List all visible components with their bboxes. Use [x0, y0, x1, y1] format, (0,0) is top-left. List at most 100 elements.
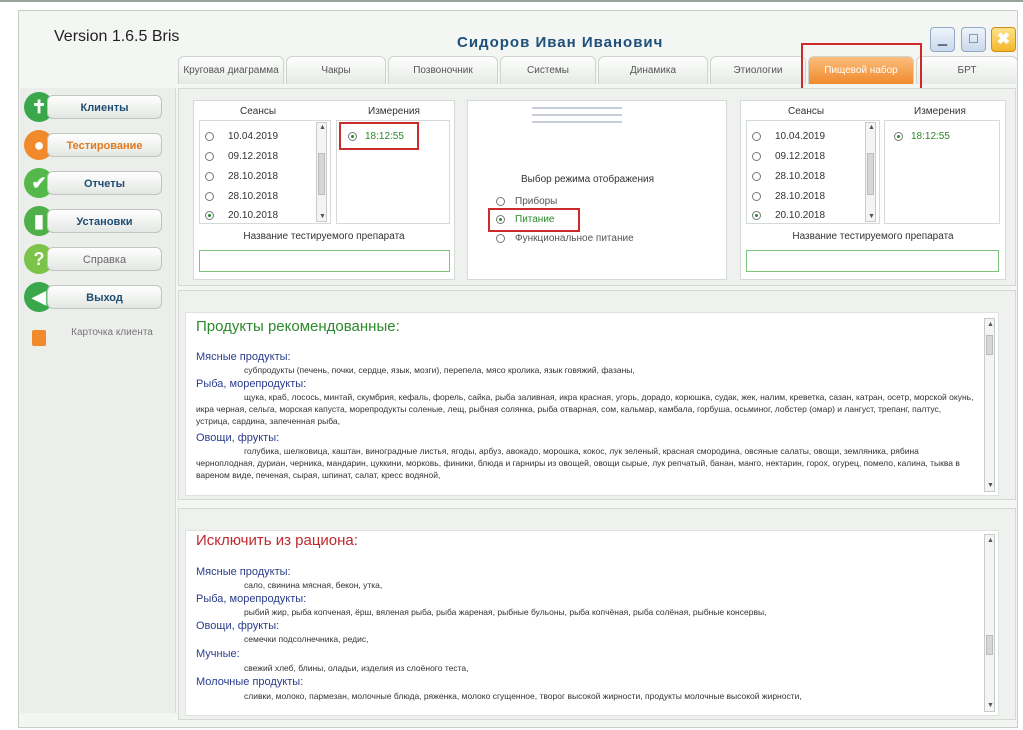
session-date: 10.04.2019 [228, 131, 279, 142]
session-row[interactable]: 20.10.2018 [752, 210, 825, 221]
client-card-link[interactable]: Карточка клиента [22, 320, 172, 370]
session-date: 28.10.2018 [775, 171, 826, 182]
scroll-thumb[interactable] [318, 153, 325, 195]
report-preview-image [532, 107, 622, 137]
tab-chakras[interactable]: Чакры [286, 56, 386, 84]
scroll-down-icon[interactable]: ▼ [867, 213, 876, 220]
close-icon: ✖ [996, 31, 1011, 48]
radio-button[interactable] [894, 131, 903, 141]
category-text: сливки, молоко, пармезан, молочные блюда… [244, 691, 802, 701]
sessions-scrollbar[interactable]: ▲ ▼ [865, 122, 876, 222]
tab-label: Круговая диаграмма [183, 64, 279, 76]
session-row[interactable]: 10.04.2019 [752, 131, 825, 142]
tab-dynamics[interactable]: Динамика [598, 56, 708, 84]
radio-button[interactable] [205, 131, 214, 141]
drug-caption: Название тестируемого препарата [792, 231, 954, 242]
mode-option-label: Функциональное питание [515, 233, 634, 244]
highlight-frame [488, 208, 580, 232]
category-heading: Молочные продукты: [196, 676, 304, 688]
radio-button[interactable] [205, 191, 214, 201]
session-row[interactable]: 28.10.2018 [205, 171, 278, 182]
session-row[interactable]: 28.10.2018 [752, 171, 825, 182]
radio-button[interactable] [752, 171, 761, 181]
category-heading: Мясные продукты: [196, 566, 291, 578]
sessions-header: Сеансы [788, 106, 825, 117]
minimize-button[interactable]: ▁ [930, 27, 955, 52]
sidebar-item-exit[interactable]: Выход [47, 285, 162, 309]
client-card-icon [32, 330, 46, 346]
maximize-icon: ☐ [968, 32, 979, 46]
scroll-up-icon[interactable]: ▲ [318, 124, 327, 131]
mode-option-functional-nutrition[interactable]: Функциональное питание [496, 233, 634, 244]
excluded-products-panel [185, 530, 999, 716]
radio-button[interactable] [205, 171, 214, 181]
radio-button[interactable] [205, 151, 214, 161]
scroll-thumb[interactable] [867, 153, 874, 195]
client-card-label: Карточка клиента [71, 327, 153, 338]
radio-button[interactable] [752, 210, 761, 220]
category-text: щука, краб, лосось, минтай, скумбрия, ке… [196, 392, 974, 426]
scroll-up-icon[interactable]: ▲ [986, 537, 995, 544]
client-name: Сидоров Иван Иванович [457, 34, 664, 51]
exclude-title: Исключить из рациона: [196, 532, 358, 549]
radio-button[interactable] [752, 151, 761, 161]
category-heading: Овощи, фрукты: [196, 620, 280, 632]
sidebar-item-help[interactable]: Справка [47, 247, 162, 271]
display-mode-title: Выбор режима отображения [521, 174, 654, 185]
sessions-scrollbar[interactable]: ▲ ▼ [316, 122, 327, 222]
category-text: голубика, шелковица, каштан, виноградные… [196, 446, 960, 480]
measurement-time: 18:12:55 [911, 131, 950, 142]
scroll-down-icon[interactable]: ▼ [986, 702, 995, 709]
scroll-down-icon[interactable]: ▼ [318, 213, 327, 220]
mode-option-devices[interactable]: Приборы [496, 196, 557, 207]
category-text: семечки подсолнечника, редис, [244, 634, 369, 644]
tab-label: Динамика [629, 64, 677, 76]
close-button[interactable]: ✖ [991, 27, 1016, 52]
drug-caption: Название тестируемого препарата [243, 231, 405, 242]
tab-brt[interactable]: БРТ [916, 56, 1018, 84]
scroll-down-icon[interactable]: ▼ [986, 482, 995, 489]
exclude-scrollbar[interactable]: ▲ ▼ [984, 534, 995, 712]
drug-name-input[interactable] [746, 250, 999, 272]
session-date: 20.10.2018 [228, 210, 279, 221]
sessions-header: Сеансы [240, 106, 277, 117]
version-label: Version 1.6.5 Bris [54, 28, 180, 45]
drug-name-input[interactable] [199, 250, 450, 272]
sidebar-item-settings[interactable]: Установки [47, 209, 162, 233]
recommended-scrollbar[interactable]: ▲ ▼ [984, 318, 995, 492]
tab-pie-chart[interactable]: Круговая диаграмма [178, 56, 284, 84]
scroll-thumb[interactable] [986, 635, 993, 655]
scroll-thumb[interactable] [986, 335, 993, 355]
session-row[interactable]: 09.12.2018 [205, 151, 278, 162]
sidebar-item-testing[interactable]: Тестирование [47, 133, 162, 157]
scroll-up-icon[interactable]: ▲ [867, 124, 876, 131]
session-row[interactable]: 20.10.2018 [205, 210, 278, 221]
maximize-button[interactable]: ☐ [961, 27, 986, 52]
measurement-row[interactable]: 18:12:55 [894, 131, 950, 142]
session-row[interactable]: 28.10.2018 [752, 191, 825, 202]
session-row[interactable]: 28.10.2018 [205, 191, 278, 202]
radio-button[interactable] [496, 233, 505, 243]
tab-label: Позвоночник [413, 64, 473, 76]
category-heading: Рыба, морепродукты: [196, 378, 307, 390]
session-row[interactable]: 09.12.2018 [752, 151, 825, 162]
radio-button[interactable] [205, 210, 214, 220]
tab-etiologies[interactable]: Этиологии [710, 56, 806, 84]
top-border [0, 0, 1023, 2]
tab-spine[interactable]: Позвоночник [388, 56, 498, 84]
session-date: 10.04.2019 [775, 131, 826, 142]
radio-button[interactable] [752, 191, 761, 201]
session-date: 09.12.2018 [228, 151, 279, 162]
mode-option-label: Приборы [515, 196, 558, 207]
minimize-icon: ▁ [937, 32, 948, 46]
radio-button[interactable] [752, 131, 761, 141]
sidebar-item-reports[interactable]: Отчеты [47, 171, 162, 195]
tab-systems[interactable]: Системы [500, 56, 596, 84]
scroll-up-icon[interactable]: ▲ [986, 321, 995, 328]
session-row[interactable]: 10.04.2019 [205, 131, 278, 142]
radio-button[interactable] [496, 196, 505, 206]
sidebar-item-clients[interactable]: Клиенты [47, 95, 162, 119]
session-date: 28.10.2018 [228, 171, 279, 182]
measurements-header: Измерения [914, 106, 966, 117]
category-text: свежий хлеб, блины, оладьи, изделия из с… [244, 663, 469, 673]
